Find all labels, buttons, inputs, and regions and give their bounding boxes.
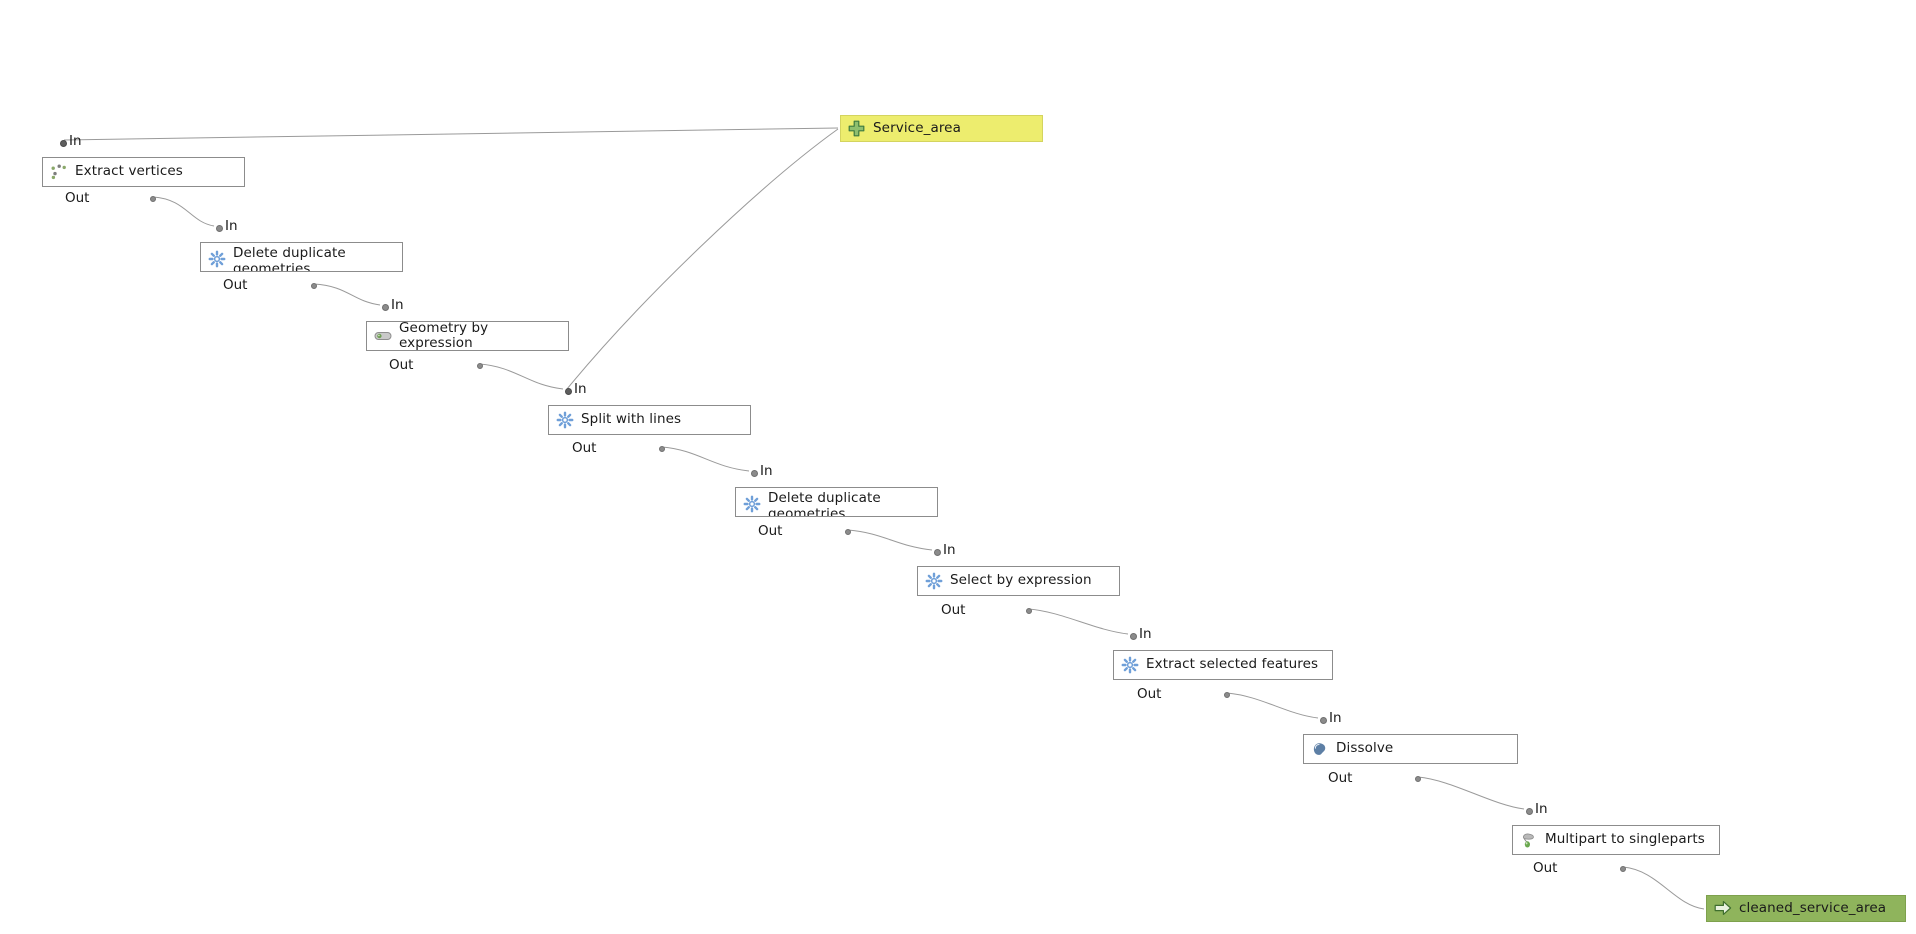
connection-edge[interactable] — [64, 128, 838, 140]
port-label-out-dissolve: Out — [1328, 771, 1352, 785]
port-dot-in-select_by_expression[interactable] — [934, 549, 941, 556]
model-node-label: cleaned_service_area — [1739, 901, 1892, 917]
port-dot-out-multipart_to_singleparts[interactable] — [1620, 866, 1626, 872]
model-node-multipart_to_singleparts[interactable]: Multipart to singleparts — [1512, 825, 1720, 855]
model-node-label: Geometry by expression — [399, 321, 568, 351]
model-node-dissolve[interactable]: Dissolve — [1303, 734, 1518, 764]
port-label-in-split_with_lines: In — [574, 382, 587, 396]
plus-layer-icon — [848, 120, 866, 138]
model-node-geometry_by_expression[interactable]: Geometry by expression — [366, 321, 569, 351]
dissolve-icon — [1311, 740, 1329, 758]
model-node-label: Extract vertices — [75, 164, 189, 180]
connection-edge[interactable] — [1227, 693, 1318, 718]
port-dot-in-geometry_by_expression[interactable] — [382, 304, 389, 311]
model-node-label: Multipart to singleparts — [1545, 832, 1711, 848]
model-node-label: Select by expression — [950, 573, 1098, 589]
connection-edge[interactable] — [480, 364, 563, 389]
port-label-in-delete_duplicate_1: In — [225, 219, 238, 233]
port-label-out-select_by_expression: Out — [941, 603, 965, 617]
port-label-in-extract_vertices: In — [69, 134, 82, 148]
model-node-extract_vertices[interactable]: Extract vertices — [42, 157, 245, 187]
port-dot-in-multipart_to_singleparts[interactable] — [1526, 808, 1533, 815]
port-dot-out-extract_vertices[interactable] — [150, 196, 156, 202]
port-label-in-multipart_to_singleparts: In — [1535, 802, 1548, 816]
model-node-service_area[interactable]: Service_area — [840, 115, 1043, 142]
model-node-label: Split with lines — [581, 412, 687, 428]
model-node-label: Service_area — [873, 121, 967, 137]
gear-icon — [925, 572, 943, 590]
port-label-in-dissolve: In — [1329, 711, 1342, 725]
model-node-extract_selected_features[interactable]: Extract selected features — [1113, 650, 1333, 680]
vertices-icon — [50, 163, 68, 181]
connection-edge[interactable] — [1623, 867, 1704, 909]
connection-edge[interactable] — [848, 530, 932, 550]
model-node-select_by_expression[interactable]: Select by expression — [917, 566, 1120, 596]
port-label-in-delete_duplicate_2: In — [760, 464, 773, 478]
port-dot-in-split_with_lines[interactable] — [565, 388, 572, 395]
port-dot-in-delete_duplicate_2[interactable] — [751, 470, 758, 477]
gear-icon — [208, 250, 226, 268]
port-dot-in-dissolve[interactable] — [1320, 717, 1327, 724]
connection-edge[interactable] — [662, 447, 749, 471]
arrow-right-icon — [1714, 900, 1732, 918]
port-dot-out-geometry_by_expression[interactable] — [477, 363, 483, 369]
connection-edge[interactable] — [1029, 609, 1128, 634]
model-node-split_with_lines[interactable]: Split with lines — [548, 405, 751, 435]
model-node-label: Extract selected features — [1146, 657, 1324, 673]
port-dot-out-delete_duplicate_1[interactable] — [311, 283, 317, 289]
gear-icon — [743, 495, 761, 513]
port-label-out-geometry_by_expression: Out — [389, 358, 413, 372]
port-dot-in-delete_duplicate_1[interactable] — [216, 225, 223, 232]
port-dot-in-extract_vertices[interactable] — [60, 140, 67, 147]
expression-icon — [374, 327, 392, 345]
gear-icon — [556, 411, 574, 429]
port-label-out-delete_duplicate_2: Out — [758, 524, 782, 538]
connection-edge[interactable] — [1418, 777, 1524, 809]
port-label-in-extract_selected_features: In — [1139, 627, 1152, 641]
multipart-icon — [1520, 831, 1538, 849]
port-label-in-geometry_by_expression: In — [391, 298, 404, 312]
port-label-out-split_with_lines: Out — [572, 441, 596, 455]
port-dot-out-dissolve[interactable] — [1415, 776, 1421, 782]
model-node-label: Delete duplicate geometries — [233, 246, 352, 272]
connection-edge[interactable] — [567, 129, 838, 389]
model-designer-canvas[interactable]: Service_area Extract vertices Delete dupli… — [0, 0, 1916, 934]
connection-edge[interactable] — [314, 284, 380, 305]
connection-edge[interactable] — [153, 197, 214, 226]
port-dot-out-delete_duplicate_2[interactable] — [845, 529, 851, 535]
model-node-delete_duplicate_1[interactable]: Delete duplicate geometries — [200, 242, 403, 272]
port-dot-out-extract_selected_features[interactable] — [1224, 692, 1230, 698]
port-label-out-delete_duplicate_1: Out — [223, 278, 247, 292]
port-label-out-multipart_to_singleparts: Out — [1533, 861, 1557, 875]
port-label-out-extract_vertices: Out — [65, 191, 89, 205]
model-node-delete_duplicate_2[interactable]: Delete duplicate geometries — [735, 487, 938, 517]
model-node-label: Dissolve — [1336, 741, 1399, 757]
gear-icon — [1121, 656, 1139, 674]
port-label-in-select_by_expression: In — [943, 543, 956, 557]
port-label-out-extract_selected_features: Out — [1137, 687, 1161, 701]
model-node-cleaned_service_area[interactable]: cleaned_service_area — [1706, 895, 1906, 922]
model-node-label: Delete duplicate geometries — [768, 491, 887, 517]
port-dot-in-extract_selected_features[interactable] — [1130, 633, 1137, 640]
port-dot-out-split_with_lines[interactable] — [659, 446, 665, 452]
port-dot-out-select_by_expression[interactable] — [1026, 608, 1032, 614]
